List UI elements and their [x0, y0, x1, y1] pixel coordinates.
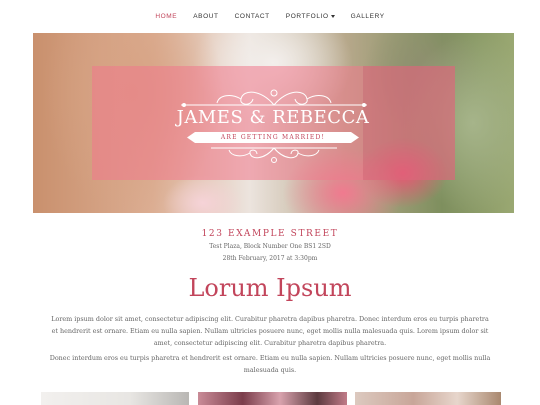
chevron-down-icon	[330, 15, 335, 18]
section-heading: Lorum Ipsum	[188, 274, 352, 302]
body-paragraph-2: Donec interdum eros eu turpis pharetra e…	[49, 354, 491, 375]
flourish-top-icon	[181, 89, 367, 107]
nav-portfolio[interactable]: PORTFOLIO	[286, 13, 335, 20]
flourish-bottom-icon	[211, 147, 337, 163]
nav-gallery[interactable]: GALLERY	[351, 13, 385, 20]
hero-subtitle: ARE GETTING MARRIED!	[220, 134, 326, 141]
gallery-thumbnail-2[interactable]	[198, 392, 347, 405]
nav-portfolio-label: PORTFOLIO	[285, 13, 329, 20]
event-street: 123 EXAMPLE STREET	[201, 229, 339, 239]
nav-home[interactable]: HOME	[155, 13, 177, 20]
event-address: Test Plaza, Block Number One BS1 2SD	[209, 243, 331, 250]
hero-overlay-right	[363, 66, 455, 180]
nav-about[interactable]: ABOUT	[193, 13, 218, 20]
hero-image: JAMES & REBECCA ARE GETTING MARRIED!	[33, 33, 514, 213]
gallery-thumbnail-1[interactable]	[41, 392, 189, 405]
body-paragraph-1: Lorem ipsum dolor sit amet, consectetur …	[51, 315, 489, 348]
nav-contact[interactable]: CONTACT	[235, 13, 270, 20]
event-datetime: 28th February, 2017 at 3:30pm	[222, 255, 318, 262]
gallery-thumbnail-3[interactable]	[355, 392, 501, 405]
top-nav: HOME ABOUT CONTACT PORTFOLIO GALLERY	[0, 0, 540, 33]
hero-title: JAMES & REBECCA	[176, 107, 370, 128]
